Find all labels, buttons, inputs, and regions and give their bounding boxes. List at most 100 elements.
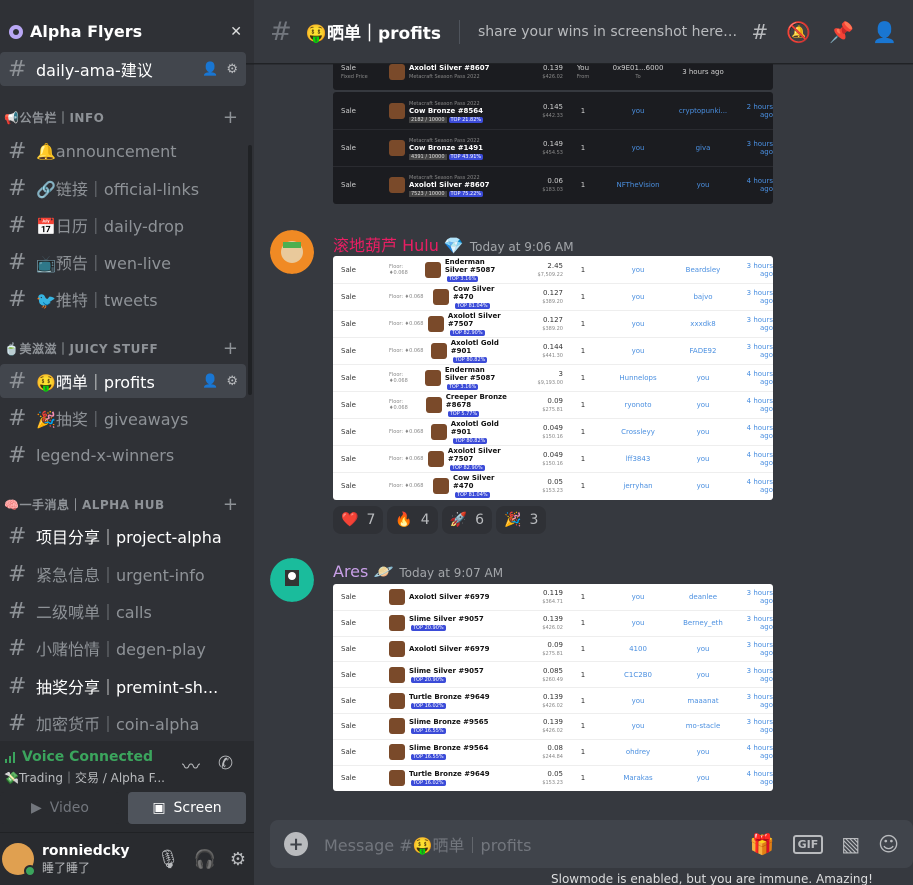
to-address[interactable]: you (673, 671, 733, 679)
to-address[interactable]: you (673, 774, 733, 782)
time-link[interactable]: 2 hours ago (733, 103, 773, 119)
mute-icon[interactable]: 🔕 (786, 20, 811, 44)
channel-item[interactable]: # 📺预告｜wen-live (0, 245, 246, 279)
gif-icon[interactable]: GIF (792, 834, 824, 854)
to-address[interactable]: you (673, 401, 733, 409)
screen-share-button[interactable]: ▣ Screen (128, 792, 246, 824)
avatar[interactable] (2, 843, 36, 877)
image-embed[interactable]: Sale Axolotl Silver #6979 0.119 $364.71 1 you… (333, 584, 773, 791)
channel-item[interactable]: # 项目分享｜project-alpha (0, 519, 246, 553)
time-link[interactable]: 4 hours ago (733, 478, 773, 494)
from-address[interactable]: you (603, 593, 673, 601)
avatar[interactable] (270, 558, 314, 602)
image-embed[interactable]: Sale Metacraft Season Pass 2022 Cow Bronze… (333, 92, 773, 204)
from-address[interactable]: you (603, 144, 673, 152)
pin-icon[interactable]: 📌 (829, 20, 854, 44)
to-address[interactable]: you (673, 428, 733, 436)
category-header[interactable]: 📢公告栏｜INFO + (0, 105, 246, 129)
from-address[interactable]: you (603, 320, 673, 328)
image-embed[interactable]: Sale Floor: ♦0.068 Enderman Silver #5087 TO… (333, 256, 773, 500)
reaction-button[interactable]: 🚀 6 (441, 506, 493, 534)
voice-status[interactable]: Voice Connected (4, 749, 153, 765)
gear-icon[interactable]: ⚙ (230, 849, 246, 870)
from-address[interactable]: jerryhan (603, 482, 673, 490)
to-address[interactable]: bajvo (673, 293, 733, 301)
time-link[interactable]: 3 hours ago (733, 289, 773, 305)
from-address[interactable]: you (603, 107, 673, 115)
to-address[interactable]: FADE92 (673, 347, 733, 355)
channel-item[interactable]: # 抽奖分享｜premint-sh... (0, 669, 246, 703)
message-input[interactable]: Message #🤑晒单｜profits (324, 832, 750, 856)
to-address[interactable]: you (673, 181, 733, 189)
author-name[interactable]: 滚地葫芦 Hulu 💎 (333, 232, 464, 256)
sticker-icon[interactable]: ▧ (841, 832, 860, 856)
to-address[interactable]: xxxdk8 (673, 320, 733, 328)
to-address[interactable]: giva (673, 144, 733, 152)
to-address[interactable]: mo-stacle (673, 722, 733, 730)
add-channel-icon[interactable]: + (223, 107, 238, 128)
to-address[interactable]: you (673, 482, 733, 490)
mic-icon[interactable]: 🎙 (157, 849, 180, 870)
from-address[interactable]: NFTheVision (603, 181, 673, 189)
from-address[interactable]: you (603, 347, 673, 355)
from-address[interactable]: 4100 (603, 645, 673, 653)
time-link[interactable]: 4 hours ago (733, 424, 773, 440)
channel-item[interactable]: # 📅日历｜daily-drop (0, 208, 246, 242)
time-link[interactable]: 3 hours ago (733, 615, 773, 631)
to-address[interactable]: you (673, 645, 733, 653)
to-address[interactable]: deanlee (673, 593, 733, 601)
to-address[interactable]: you (673, 748, 733, 756)
channel-item[interactable]: # daily-ama-建议 👤 ⚙ (0, 52, 246, 86)
time-link[interactable]: 3 hours ago (733, 693, 773, 709)
to-address[interactable]: Beardsley (673, 266, 733, 274)
emoji-icon[interactable]: ☺ (878, 832, 899, 856)
from-address[interactable]: you (603, 293, 673, 301)
author-name[interactable]: Ares 🪐 (333, 562, 393, 581)
time-link[interactable]: 3 hours ago (733, 718, 773, 734)
avatar[interactable] (270, 230, 314, 274)
time-link[interactable]: 4 hours ago (733, 370, 773, 386)
from-address[interactable]: you (603, 266, 673, 274)
video-button[interactable]: ▶ Video (0, 792, 120, 824)
time-link[interactable]: 3 hours ago (733, 140, 773, 156)
user-info[interactable]: ronniedcky 睡了睡了 (42, 843, 157, 876)
from-address[interactable]: you (603, 722, 673, 730)
channel-topic[interactable]: share your wins in screenshot here. No c… (478, 24, 738, 40)
channel-item[interactable]: # 🤑晒单｜profits 👤 ⚙ (0, 364, 246, 398)
add-channel-icon[interactable]: + (223, 494, 238, 515)
from-address[interactable]: C1C2B0 (603, 671, 673, 679)
channel-item[interactable]: # 小赌怡情｜degen-play (0, 631, 246, 665)
to-address[interactable]: you (673, 455, 733, 463)
from-address[interactable]: ryonoto (603, 401, 673, 409)
chevron-down-icon[interactable]: ✕ (230, 24, 242, 40)
time-link[interactable]: 4 hours ago (733, 770, 773, 786)
time-link[interactable]: 4 hours ago (733, 451, 773, 467)
threads-icon[interactable]: # (752, 20, 769, 44)
channel-item[interactable]: # legend-x-winners (0, 438, 246, 472)
gear-icon[interactable]: ⚙ (226, 374, 238, 389)
sidebar-scrollbar[interactable] (248, 145, 252, 395)
time-link[interactable]: 3 hours ago (733, 316, 773, 332)
reaction-button[interactable]: ❤️ 7 (333, 506, 384, 534)
channel-item[interactable]: # 🔔announcement (0, 134, 246, 168)
gift-icon[interactable]: 🎁 (750, 832, 775, 856)
headphones-icon[interactable]: 🎧 (193, 849, 215, 870)
to-address[interactable]: Berney_eth (673, 619, 733, 627)
add-channel-icon[interactable]: + (223, 338, 238, 359)
to-address[interactable]: cryptopunki... (673, 107, 733, 115)
image-embed-partial[interactable]: Sale Fixed Price Axolotl Silver #8607 Meta… (333, 64, 773, 90)
time-link[interactable]: 3 hours ago (733, 667, 773, 683)
voice-channel-name[interactable]: 💸Trading｜交易 / Alpha F... (4, 769, 174, 786)
channel-item[interactable]: # 🎉抽奖｜giveaways (0, 401, 246, 435)
to-address[interactable]: maaanat (673, 697, 733, 705)
disconnect-icon[interactable]: ✆ (218, 753, 233, 774)
from-address[interactable]: Crossleyy (603, 428, 673, 436)
time-link[interactable]: 3 hours ago (733, 589, 773, 605)
channel-item[interactable]: # 二级喊单｜calls (0, 594, 246, 628)
time-link[interactable]: 4 hours ago (733, 744, 773, 760)
category-header[interactable]: 🍵美滋滋｜JUICY STUFF + (0, 336, 246, 360)
invite-icon[interactable]: 👤 (202, 62, 218, 77)
reaction-button[interactable]: 🔥 4 (387, 506, 438, 534)
from-address[interactable]: Hunnelops (603, 374, 673, 382)
time-link[interactable]: 3 hours ago (733, 262, 773, 278)
